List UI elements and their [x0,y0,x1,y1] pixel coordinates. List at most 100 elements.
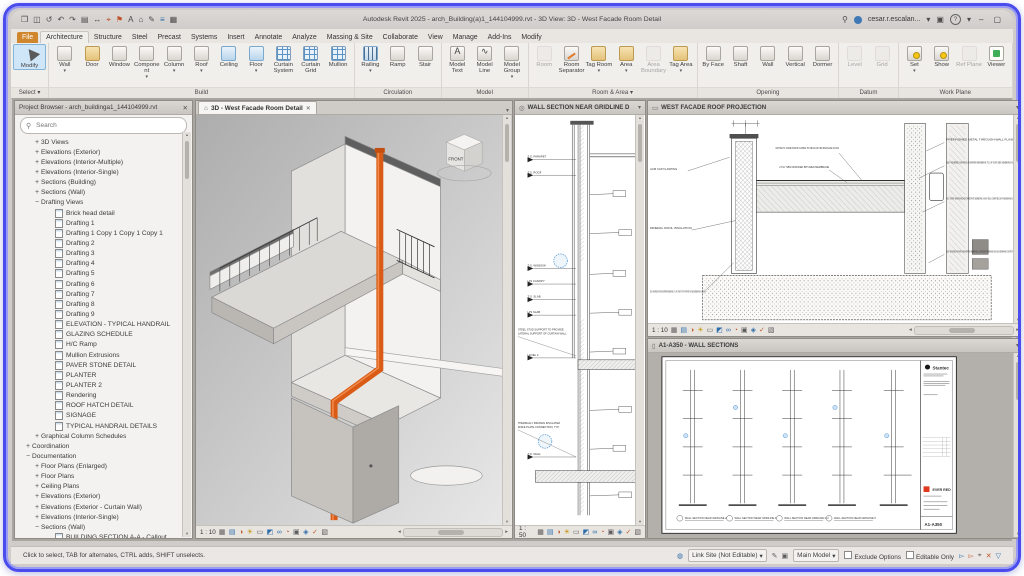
view-control-icon[interactable]: ▣ [607,529,614,536]
expand-icon[interactable]: + [33,504,41,511]
view-control-icon[interactable]: ◩ [716,327,723,334]
tree-item[interactable]: ROOF HATCH DETAIL [15,401,192,411]
scroll-left-icon[interactable]: ◂ [909,327,912,333]
active-workset-dropdown[interactable]: Link Site (Not Editable) ▾ [688,549,767,562]
view-control-icon[interactable]: ▧ [321,529,328,536]
expand-icon[interactable]: + [33,139,41,146]
ribbon-tab[interactable]: View [423,32,448,44]
expand-icon[interactable]: + [33,149,41,156]
selection-toggle-icon[interactable]: ✕ [986,552,992,560]
ribbon-button[interactable]: Vertical ▾ [782,44,809,68]
dropdown-caret-icon[interactable]: ▾ [369,68,372,74]
tree-item[interactable]: Drafting 3 [15,249,192,259]
ribbon-button[interactable]: Railing ▾ [357,44,384,74]
scroll-down-icon[interactable]: ▾ [506,519,508,525]
panel-caret-icon[interactable]: ▾ [1016,104,1019,111]
view-control-icon[interactable]: ◔ [600,529,604,536]
ribbon-button[interactable]: Mullion ▾ [324,44,351,68]
project-browser-header[interactable]: Project Browser - arch_buildinga1_144104… [15,101,192,115]
vertical-scrollbar[interactable]: ▴ ▾ [1013,115,1021,323]
account-avatar-icon[interactable] [854,16,862,24]
qat-icon[interactable]: ❒ [21,16,28,24]
ribbon-tab[interactable]: Steel [127,32,153,44]
ribbon-button[interactable]: Viewer ▾ [983,44,1010,68]
horizontal-scrollbar[interactable]: ◂ ▸ [398,528,508,537]
tree-item[interactable]: + Elevations (Interior-Single) [15,512,192,522]
view-tab-3d[interactable]: ⌂ 3D - West Facade Room Detail ✕ [198,101,317,114]
tree-item[interactable]: + Graphical Column Schedules [15,431,192,441]
ribbon-button[interactable]: Curtain System ▾ [270,44,297,74]
selection-toggle-icon[interactable]: ⌖ [978,552,982,560]
ribbon-tab[interactable]: Add-Ins [483,32,517,44]
view-control-icon[interactable]: ☀ [564,529,570,536]
tree-item[interactable]: GLAZING SCHEDULE [15,330,192,340]
viewport-3d[interactable]: FRONT [196,115,512,525]
view-control-icon[interactable]: ◈ [303,529,308,536]
scroll-up-icon[interactable]: ▴ [186,132,188,138]
expand-icon[interactable]: − [24,453,32,460]
tree-item[interactable]: + Elevations (Exterior - Curtain Wall) [15,502,192,512]
qat-icon[interactable]: ⌂ [138,16,143,24]
expand-icon[interactable]: + [33,189,41,196]
scale-control[interactable]: 1 : 10 [652,327,668,334]
view-control-icon[interactable]: ∞ [277,529,282,536]
detail-callout[interactable] [554,254,568,268]
scroll-up-icon[interactable]: ▴ [506,115,508,121]
tree-item[interactable]: H/C Ramp [15,340,192,350]
tree-item[interactable]: + Elevations (Exterior) [15,147,192,157]
dropdown-caret-icon[interactable]: ▾ [173,68,176,74]
view-control-icon[interactable]: ▤ [229,529,236,536]
ribbon-button[interactable]: Roof ▾ [188,44,215,74]
tree-item[interactable]: ELEVATION - TYPICAL HANDRAIL [15,320,192,330]
editable-only-checkbox[interactable]: Editable Only [906,551,954,561]
expand-icon[interactable]: + [33,473,41,480]
help-icon[interactable]: ? [950,14,961,25]
ribbon-button[interactable]: Component ▾ [133,44,160,81]
tab-list-caret-icon[interactable]: ▾ [506,107,512,114]
vertical-scrollbar[interactable]: ▴ ▾ [1013,353,1021,537]
view-control-icon[interactable]: ◈ [751,327,756,334]
ribbon-button[interactable]: Model Group ▾ [498,44,525,81]
qat-icon[interactable]: ↶ [57,16,64,24]
tree-item[interactable]: − Sections (Wall) [15,522,192,532]
tree-item[interactable]: Drafting 4 [15,259,192,269]
dropdown-caret-icon[interactable]: ▾ [255,68,258,74]
tree-item[interactable]: PAVER STONE DETAIL [15,360,192,370]
dropdown-caret-icon[interactable]: ▾ [64,68,67,74]
dropdown-caret-icon[interactable]: ▾ [625,68,628,74]
status-icon[interactable]: ✎ [772,552,778,560]
expand-icon[interactable]: + [33,463,41,470]
qat-icon[interactable]: ⚑ [116,16,123,24]
ribbon-button[interactable]: Model Text ▾ [444,44,471,74]
ribbon-tab[interactable]: Collaborate [378,32,423,44]
ribbon-button[interactable]: Column ▾ [160,44,187,74]
sheet-header[interactable]: ▯ A1-A350 - WALL SECTIONS ▾ [648,339,1021,353]
qat-icon[interactable]: ▤ [81,16,89,24]
tree-item[interactable]: Drafting 2 [15,238,192,248]
qat-icon[interactable]: ↷ [69,16,76,24]
selection-toggle-icon[interactable]: ▻ [959,552,964,560]
ribbon-button[interactable]: Ref Plane ▾ [955,44,982,68]
ribbon-button[interactable]: Ceiling ▾ [215,44,242,68]
view-control-icon[interactable]: ◔ [734,327,738,334]
tree-item[interactable]: Drafting 7 [15,289,192,299]
tree-item[interactable]: Rendering [15,391,192,401]
ribbon-button[interactable]: Level ▾ [841,44,868,68]
vertical-scrollbar[interactable]: ▴ ▾ [502,115,511,525]
ribbon-button[interactable]: Area Boundary ▾ [640,44,667,74]
view-control-icon[interactable]: ✓ [759,327,765,334]
view-control-icon[interactable]: ▦ [537,529,544,536]
close-icon[interactable]: ✕ [183,104,188,112]
ribbon-button[interactable]: Wall ▾ [754,44,781,68]
ribbon-button[interactable]: Area ▾ [613,44,640,74]
tree-item[interactable]: Mullion Extrusions [15,350,192,360]
qat-icon[interactable]: ↔ [93,16,101,24]
close-icon[interactable]: ✕ [306,105,311,112]
ribbon-button[interactable]: Grid ▾ [868,44,895,68]
design-option-dropdown[interactable]: Main Model ▾ [793,549,839,562]
qat-icon[interactable]: ⌖ [106,16,111,24]
view-control-icon[interactable]: ▧ [768,327,775,334]
view-control-icon[interactable]: ▣ [293,529,300,536]
dropdown-caret-icon[interactable]: ▾ [598,68,601,74]
ribbon-button[interactable]: Curtain Grid ▾ [297,44,324,74]
